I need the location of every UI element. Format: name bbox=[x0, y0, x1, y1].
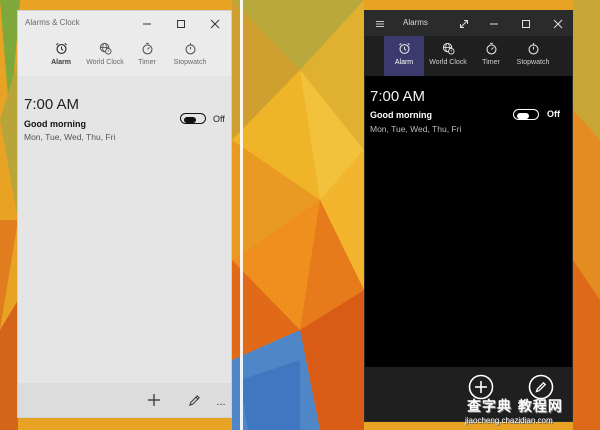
more-icon: ... bbox=[216, 396, 226, 408]
tab-timer-label: Timer bbox=[138, 59, 156, 66]
alarm-toggle[interactable] bbox=[513, 109, 539, 120]
tab-alarm[interactable]: Alarm bbox=[44, 36, 78, 76]
light-tab-bar: Alarm World Clock Timer Stopwatch bbox=[18, 36, 231, 76]
tab-world-clock-label: World Clock bbox=[86, 59, 124, 66]
dark-title-bar[interactable]: Alarms bbox=[365, 11, 572, 36]
close-button[interactable] bbox=[541, 11, 572, 36]
maximize-button[interactable] bbox=[509, 11, 543, 36]
dark-window-title: Alarms bbox=[403, 18, 428, 27]
alarm-time: 7:00 AM bbox=[370, 88, 426, 105]
stopwatch-icon bbox=[184, 43, 196, 55]
minimize-icon bbox=[490, 23, 498, 24]
edit-alarms-button[interactable] bbox=[182, 389, 206, 411]
minimize-button[interactable] bbox=[477, 11, 511, 36]
close-icon bbox=[210, 19, 220, 28]
tab-world-clock[interactable]: World Clock bbox=[425, 36, 471, 76]
alarm-time: 7:00 AM bbox=[24, 96, 80, 113]
minimize-button[interactable] bbox=[130, 11, 164, 36]
alarm-toggle-state: Off bbox=[213, 114, 225, 124]
maximize-button[interactable] bbox=[164, 11, 198, 36]
globe-clock-icon bbox=[442, 42, 455, 55]
site-watermark: 查字典 教程网 jiaocheng.chazidian.com bbox=[465, 396, 595, 428]
toggle-knob bbox=[184, 116, 196, 123]
tab-stopwatch-label: Stopwatch bbox=[516, 59, 550, 66]
alarm-clock-icon bbox=[55, 42, 67, 54]
dark-tab-bar: Alarm World Clock Timer Stopwatch bbox=[365, 36, 572, 76]
toggle-knob bbox=[517, 112, 529, 119]
alarm-name: Good morning bbox=[370, 110, 432, 120]
hamburger-menu-button[interactable] bbox=[365, 11, 395, 36]
alarm-days: Mon, Tue, Wed, Thu, Fri bbox=[24, 132, 116, 142]
watermark-title: 查字典 教程网 bbox=[467, 399, 563, 415]
light-alarm-list: 7:00 AM Good morning Mon, Tue, Wed, Thu,… bbox=[18, 76, 231, 383]
expand-diagonal-icon bbox=[460, 19, 468, 28]
minimize-icon bbox=[143, 23, 151, 24]
alarm-clock-icon bbox=[398, 42, 410, 54]
maximize-icon bbox=[177, 19, 185, 28]
tab-alarm-label: Alarm bbox=[51, 59, 71, 66]
light-alarms-window: Alarms & Clock Alarm World Clock Timer S… bbox=[17, 10, 232, 418]
timer-icon bbox=[141, 42, 153, 55]
alarm-toggle-state: Off bbox=[547, 109, 560, 119]
fullscreen-button[interactable] bbox=[447, 11, 481, 36]
watermark-url: jiaocheng.chazidian.com bbox=[465, 416, 553, 425]
tab-world-clock[interactable]: World Clock bbox=[80, 36, 130, 76]
stopwatch-icon bbox=[527, 43, 539, 55]
alarm-toggle[interactable] bbox=[180, 113, 206, 124]
tab-alarm[interactable]: Alarm bbox=[384, 36, 424, 76]
more-button[interactable]: ... bbox=[212, 391, 230, 413]
light-command-bar: ... bbox=[18, 383, 231, 417]
light-window-title: Alarms & Clock bbox=[25, 18, 80, 27]
maximize-icon bbox=[522, 19, 530, 28]
dark-alarms-window: Alarms Alarm World Clock Timer Stopwatch… bbox=[364, 10, 573, 422]
tab-timer[interactable]: Timer bbox=[473, 36, 509, 76]
tab-stopwatch[interactable]: Stopwatch bbox=[167, 36, 213, 76]
close-button[interactable] bbox=[198, 11, 231, 36]
light-title-bar[interactable]: Alarms & Clock bbox=[18, 11, 231, 36]
timer-icon bbox=[485, 42, 497, 55]
dark-alarm-list: 7:00 AM Good morning Mon, Tue, Wed, Thu,… bbox=[365, 76, 572, 367]
hamburger-menu-icon bbox=[376, 20, 384, 27]
tab-stopwatch[interactable]: Stopwatch bbox=[511, 36, 555, 76]
tab-stopwatch-label: Stopwatch bbox=[173, 59, 207, 66]
alarm-name: Good morning bbox=[24, 119, 86, 129]
close-icon bbox=[553, 19, 563, 28]
screen-divider bbox=[240, 0, 243, 430]
tab-timer-label: Timer bbox=[482, 59, 500, 66]
add-alarm-button[interactable] bbox=[142, 389, 166, 411]
tab-world-clock-label: World Clock bbox=[429, 59, 467, 66]
alarm-days: Mon, Tue, Wed, Thu, Fri bbox=[370, 124, 462, 134]
edit-pencil-icon bbox=[188, 394, 200, 406]
tab-alarm-label: Alarm bbox=[394, 59, 414, 66]
tab-timer[interactable]: Timer bbox=[130, 36, 164, 76]
add-icon bbox=[148, 394, 160, 406]
globe-clock-icon bbox=[99, 42, 112, 55]
